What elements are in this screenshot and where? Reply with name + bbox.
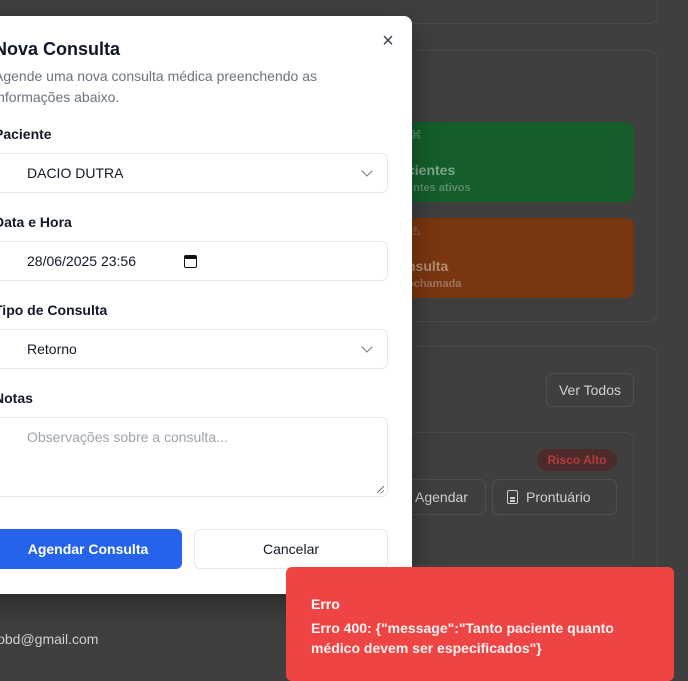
stat-card-subtitle: entes ativos	[407, 182, 471, 194]
risk-badge: Risco Alto	[537, 449, 617, 471]
data-hora-value: 28/06/2025 23:56	[27, 253, 136, 269]
stat-card-subtitle: ochamada	[407, 278, 462, 290]
agendar-button[interactable]: Agendar	[400, 479, 486, 515]
prontuario-button[interactable]: Prontuário	[492, 479, 617, 515]
notas-textarea[interactable]: Observações sobre a consulta...	[0, 417, 388, 497]
background-top-strip	[412, 0, 658, 24]
data-hora-input[interactable]: 28/06/2025 23:56	[0, 241, 388, 281]
agendar-consulta-button[interactable]: Agendar Consulta	[0, 529, 182, 569]
paciente-select[interactable]: DACIO DUTRA	[0, 153, 388, 193]
document-icon	[507, 490, 518, 504]
toast-message: Erro 400: {"message":"Tanto paciente qua…	[311, 620, 614, 656]
stat-card-title: nsulta	[407, 258, 449, 274]
toast-title: Erro	[311, 596, 340, 612]
new-consultation-dialog: × Nova Consulta Agende uma nova consulta…	[0, 16, 412, 594]
tipo-consulta-value: Retorno	[27, 341, 77, 357]
agendar-label: Agendar	[415, 489, 468, 505]
stat-card-title: cientes	[407, 162, 456, 178]
dialog-description: Agende uma nova consulta médica preenche…	[0, 68, 317, 105]
prontuario-label: Prontuário	[526, 489, 591, 505]
paciente-value: DACIO DUTRA	[27, 165, 124, 181]
user-email: iobd@gmail.com	[0, 631, 99, 647]
calendar-icon[interactable]	[184, 255, 197, 268]
error-toast[interactable]: Erro Erro 400: {"message":"Tanto pacient…	[286, 567, 674, 681]
chevron-down-icon	[361, 165, 373, 177]
tipo-consulta-label: Tipo de Consulta	[0, 302, 108, 318]
paciente-label: Paciente	[0, 126, 52, 142]
chevron-down-icon	[361, 341, 373, 353]
notas-label: Notas	[0, 390, 33, 406]
tipo-consulta-select[interactable]: Retorno	[0, 329, 388, 369]
stat-card-consultation: ⚠ nsulta ochamada	[380, 218, 634, 298]
stat-card-patients: ⌘ cientes entes ativos	[380, 122, 634, 202]
resize-handle-icon[interactable]	[377, 486, 384, 493]
notas-placeholder: Observações sobre a consulta...	[27, 429, 228, 445]
data-hora-label: Data e Hora	[0, 214, 72, 230]
cancel-button[interactable]: Cancelar	[194, 529, 388, 569]
ver-todos-button[interactable]: Ver Todos	[546, 373, 634, 407]
dialog-title: Nova Consulta	[0, 39, 121, 59]
close-icon[interactable]: ×	[376, 29, 400, 53]
